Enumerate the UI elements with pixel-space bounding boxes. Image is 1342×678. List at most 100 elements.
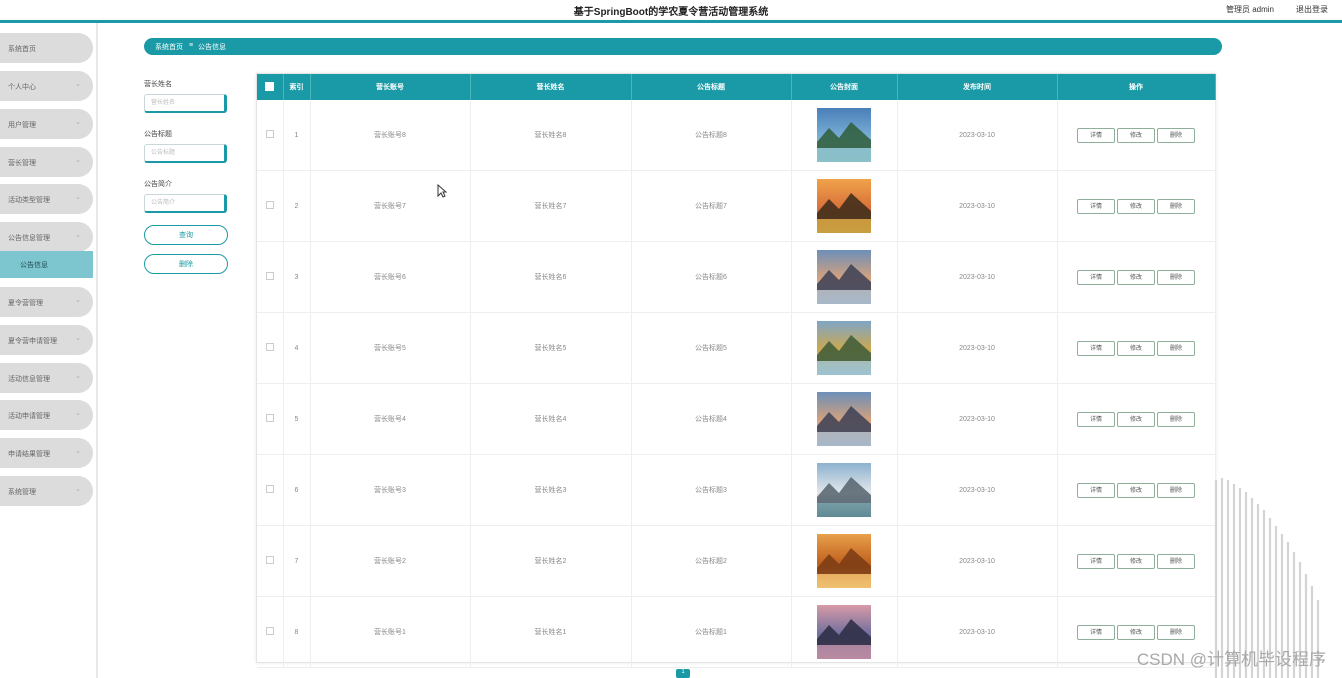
row-index: 7 [283,525,311,597]
delete-button[interactable]: 删除 [1157,482,1195,498]
detail-button[interactable]: 详情 [1077,340,1115,356]
sidebar-item-5[interactable]: 公告信息管理 ⌄ [0,222,93,252]
row-date: 2023-03-10 [897,525,1058,597]
edit-button[interactable]: 修改 [1117,624,1155,640]
breadcrumb-home[interactable]: 系统首页 [155,42,183,52]
cover-image[interactable] [817,321,871,375]
cover-image[interactable] [817,392,871,446]
row-checkbox[interactable] [257,100,284,171]
chevron-down-icon: ⌄ [75,81,81,88]
sidebar-item-10[interactable]: 申请结果管理 ⌄ [0,438,93,468]
sidebar-item-3[interactable]: 营长管理 ⌄ [0,147,93,177]
detail-button[interactable]: 详情 [1077,411,1115,427]
sidebar-item-8[interactable]: 活动信息管理 ⌄ [0,363,93,393]
header-divider [0,20,1342,23]
row-cover [791,241,898,313]
sidebar-item-11[interactable]: 系统管理 ⌄ [0,476,93,506]
delete-button[interactable]: 删除 [1157,340,1195,356]
cover-image[interactable] [817,179,871,233]
delete-button[interactable]: 删除 [1157,198,1195,214]
row-checkbox[interactable] [257,454,284,526]
row-date: 2023-03-10 [897,170,1058,242]
row-checkbox[interactable] [257,525,284,597]
sidebar-item-7[interactable]: 夏令营申请管理 ⌄ [0,325,93,355]
edit-button[interactable]: 修改 [1117,411,1155,427]
table-row: 6 营长账号3 营长姓名3 公告标题3 2023-03-10 详情 修改 删除 [257,454,1216,526]
logout-link[interactable]: 退出登录 [1296,4,1328,15]
cover-image[interactable] [817,463,871,517]
delete-button[interactable]: 删除 [1157,269,1195,285]
cover-image[interactable] [817,534,871,588]
row-account: 营长账号6 [310,241,471,313]
delete-button[interactable]: 删除 [1157,553,1195,569]
current-page-button[interactable]: 1 [676,669,690,678]
table-row: 1 营长账号8 营长姓名8 公告标题8 2023-03-10 详情 修改 删除 [257,100,1216,171]
row-actions: 详情 修改 删除 [1057,241,1216,313]
header-date: 发布时间 [897,74,1058,100]
query-button[interactable]: 查询 [144,225,228,245]
camp-leader-name-label: 营长姓名 [144,81,172,88]
edit-button[interactable]: 修改 [1117,269,1155,285]
header: 基于SpringBoot的学农夏令营活动管理系统 管理员 admin 退出登录 [0,0,1342,20]
cover-image[interactable] [817,250,871,304]
detail-button[interactable]: 详情 [1077,198,1115,214]
select-all-checkbox[interactable] [257,74,284,100]
table-header-row: 索引 营长账号 营长姓名 公告标题 公告封面 发布时间 操作 [257,74,1216,100]
app-title: 基于SpringBoot的学农夏令营活动管理系统 [573,7,769,18]
batch-delete-button[interactable]: 删除 [144,254,228,274]
notice-title-input[interactable] [144,144,227,163]
row-title: 公告标题3 [631,454,792,526]
edit-button[interactable]: 修改 [1117,340,1155,356]
delete-button[interactable]: 删除 [1157,624,1195,640]
sidebar-item-label: 个人中心 [8,84,36,91]
row-title: 公告标题6 [631,241,792,313]
detail-button[interactable]: 详情 [1077,127,1115,143]
sidebar-item-9[interactable]: 活动申请管理 ⌄ [0,400,93,430]
camp-leader-name-input[interactable] [144,94,227,113]
row-date: 2023-03-10 [897,100,1058,171]
detail-button[interactable]: 详情 [1077,553,1115,569]
detail-button[interactable]: 详情 [1077,482,1115,498]
header-account: 营长账号 [310,74,471,100]
delete-button[interactable]: 删除 [1157,411,1195,427]
row-account: 营长账号5 [310,312,471,384]
sidebar-item-4[interactable]: 活动类型管理 ⌄ [0,184,93,214]
sidebar-subitem-notice-info[interactable]: 公告信息 [0,251,93,278]
sidebar-item-label: 夏令营管理 [8,300,43,307]
delete-button[interactable]: 删除 [1157,127,1195,143]
edit-button[interactable]: 修改 [1117,198,1155,214]
row-date: 2023-03-10 [897,383,1058,455]
row-actions: 详情 修改 删除 [1057,383,1216,455]
row-index: 4 [283,312,311,384]
row-date: 2023-03-10 [897,312,1058,384]
sidebar-item-0[interactable]: 系统首页 [0,33,93,63]
row-name: 营长姓名1 [470,596,632,668]
row-checkbox[interactable] [257,170,284,242]
sidebar-item-2[interactable]: 用户管理 ⌄ [0,109,93,139]
sidebar-item-label: 系统管理 [8,489,36,496]
breadcrumb-current: 公告信息 [198,44,226,51]
mouse-cursor-icon [437,184,447,198]
row-checkbox[interactable] [257,596,284,668]
row-cover [791,383,898,455]
detail-button[interactable]: 详情 [1077,269,1115,285]
cover-image[interactable] [817,108,871,162]
chevron-down-icon: ⌄ [75,410,81,417]
edit-button[interactable]: 修改 [1117,127,1155,143]
edit-button[interactable]: 修改 [1117,482,1155,498]
row-checkbox[interactable] [257,383,284,455]
cover-image[interactable] [817,605,871,659]
notice-summary-input[interactable] [144,194,227,213]
row-actions: 详情 修改 删除 [1057,454,1216,526]
chevron-down-icon: ⌄ [75,119,81,126]
row-checkbox[interactable] [257,241,284,313]
row-checkbox[interactable] [257,312,284,384]
sidebar-item-1[interactable]: 个人中心 ⌄ [0,71,93,101]
table-row: 5 营长账号4 营长姓名4 公告标题4 2023-03-10 详情 修改 删除 [257,383,1216,455]
edit-button[interactable]: 修改 [1117,553,1155,569]
row-account: 营长账号3 [310,454,471,526]
chevron-down-icon: ⌄ [75,232,81,239]
row-title: 公告标题8 [631,100,792,171]
detail-button[interactable]: 详情 [1077,624,1115,640]
sidebar-item-6[interactable]: 夏令营管理 ⌄ [0,287,93,317]
